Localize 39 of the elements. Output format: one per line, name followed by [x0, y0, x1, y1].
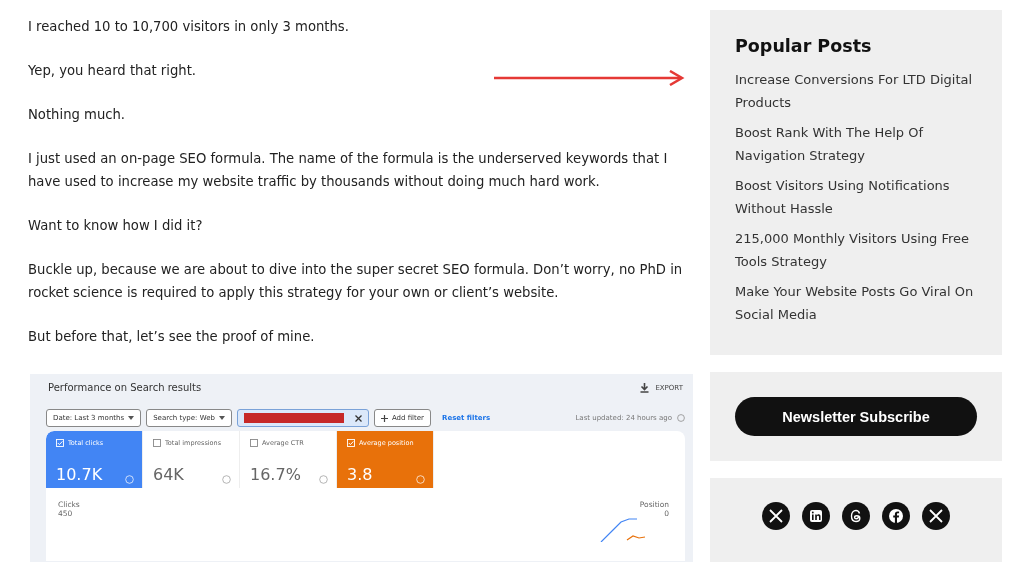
post-link[interactable]: Make Your Website Posts Go Viral On Social Media: [735, 280, 975, 326]
report-title: Performance on Search results: [48, 382, 202, 393]
plus-icon: [380, 414, 388, 422]
linkedin-logo-icon[interactable]: [802, 502, 830, 530]
metric-value: 3.8: [347, 465, 373, 484]
subscribe-button[interactable]: Newsletter Subscribe: [735, 397, 977, 436]
filter-chip[interactable]: [236, 409, 369, 427]
caret-icon: [218, 416, 225, 420]
checkbox-icon: [153, 439, 161, 447]
help-icon: [677, 414, 685, 422]
threads-logo-icon[interactable]: [842, 502, 870, 530]
facebook-logo-icon[interactable]: [882, 502, 910, 530]
metric-value: 10.7K: [56, 465, 103, 484]
paragraph: Buckle up, because we are about to dive into the super secret SEO formula. Don’t worry, no PhD in rocket science is required to apply this strategy for your own or client’s website.: [28, 261, 684, 302]
help-icon: [319, 475, 328, 484]
download-icon: [640, 382, 650, 393]
post-link[interactable]: Boost Rank With The Help Of Navigation Strategy: [735, 121, 975, 167]
post-link[interactable]: Increase Conversions For LTD Digital Products: [735, 68, 975, 114]
help-icon: [416, 475, 425, 484]
metric-value: 64K: [153, 465, 184, 484]
close-icon: [354, 414, 362, 422]
paragraph: Nothing much.: [28, 106, 126, 124]
post-link[interactable]: Boost Visitors Using Notifications Without Hassle: [735, 174, 975, 220]
section-heading: Popular Posts: [735, 36, 873, 56]
x-logo-icon[interactable]: [922, 502, 950, 530]
checkbox-icon: [250, 439, 258, 447]
caret-icon: [128, 416, 135, 420]
paragraph: Want to know how I did it?: [28, 217, 203, 235]
x-logo-icon[interactable]: [762, 502, 790, 530]
post-link[interactable]: 215,000 Monthly Visitors Using Free Tools Strategy: [735, 227, 975, 273]
paragraph: I reached 10 to 10,700 visitors in only 3 months.: [28, 18, 349, 36]
help-icon: [125, 475, 134, 484]
paragraph: I just used an on-page SEO formula. The name of the formula is the underserved keywords that I have used to increase my website traffic by thousands without doing much hard work.: [28, 150, 669, 191]
help-icon: [222, 475, 231, 484]
metric-value: 16.7%: [250, 465, 301, 484]
checkbox-icon: [56, 439, 64, 447]
checkbox-icon: [347, 439, 355, 447]
paragraph: But before that, let’s see the proof of mine.: [28, 328, 315, 346]
paragraph: Yep, you heard that right.: [28, 62, 197, 80]
